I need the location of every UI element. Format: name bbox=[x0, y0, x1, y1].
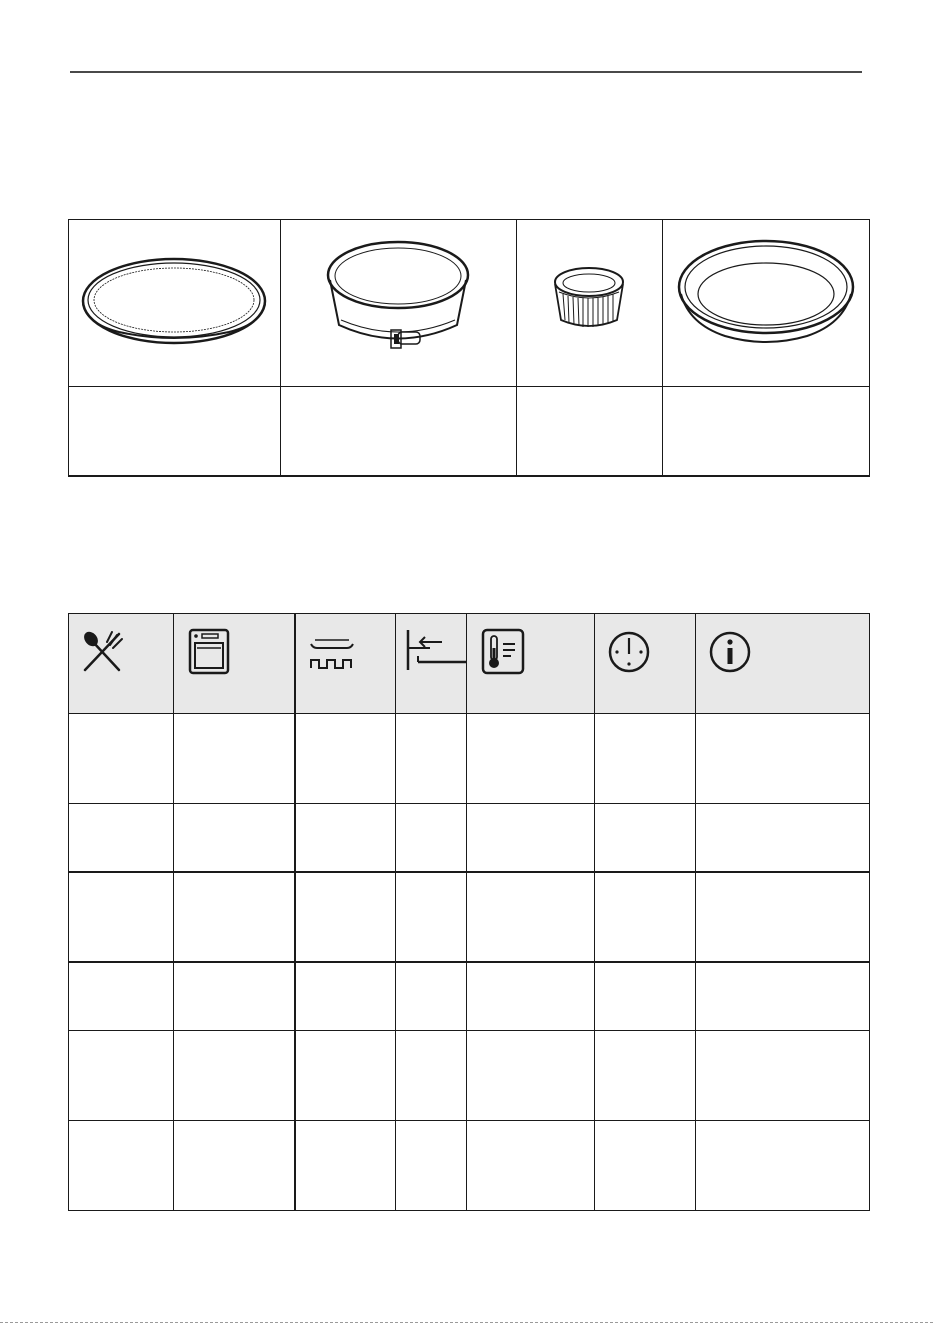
bakeware-column-3 bbox=[517, 220, 663, 475]
bakeware-caption bbox=[69, 387, 280, 476]
header-cell-level bbox=[396, 614, 467, 714]
bakeware-image-cell bbox=[517, 220, 662, 387]
table-cell bbox=[396, 804, 466, 871]
table-cell bbox=[69, 873, 173, 961]
table-cell bbox=[174, 1031, 294, 1120]
table-cell bbox=[296, 963, 395, 1030]
shelf-position-icon bbox=[310, 639, 354, 669]
table-cell bbox=[296, 873, 395, 961]
table-cell bbox=[396, 873, 466, 961]
table-cell bbox=[174, 963, 294, 1030]
table-cell bbox=[696, 873, 869, 961]
table-cell bbox=[69, 963, 173, 1030]
time-icon bbox=[608, 631, 650, 673]
info-icon bbox=[709, 631, 751, 673]
pie-dish-icon bbox=[677, 239, 855, 343]
bakeware-caption bbox=[517, 387, 662, 476]
table-cell bbox=[467, 963, 594, 1030]
table-cell bbox=[467, 1121, 594, 1210]
table-row bbox=[69, 963, 869, 1030]
header-cell-info bbox=[696, 614, 869, 714]
table-row bbox=[69, 714, 869, 803]
table-cell bbox=[595, 873, 695, 961]
header-cell-temperature bbox=[467, 614, 595, 714]
table-cell bbox=[696, 1031, 869, 1120]
table-row bbox=[69, 804, 869, 871]
bakeware-caption bbox=[663, 387, 869, 476]
table-cell bbox=[296, 1121, 395, 1210]
table-cell bbox=[174, 873, 294, 961]
table-cell bbox=[595, 1031, 695, 1120]
table-cell bbox=[296, 1031, 395, 1120]
table-cell bbox=[467, 1031, 594, 1120]
page-top-rule bbox=[70, 71, 862, 73]
bakeware-column-2 bbox=[281, 220, 517, 475]
bakeware-image-cell bbox=[69, 220, 280, 387]
bakeware-caption bbox=[281, 387, 516, 476]
table-cell bbox=[296, 804, 395, 871]
bakeware-table bbox=[68, 219, 870, 477]
table-row bbox=[69, 1031, 869, 1120]
bakeware-image-cell bbox=[281, 220, 516, 387]
header-cell-oven-function bbox=[174, 614, 295, 714]
level-icon bbox=[406, 630, 466, 670]
table-cell bbox=[69, 1121, 173, 1210]
table-cell bbox=[69, 714, 173, 803]
oven-function-icon bbox=[188, 628, 230, 675]
bakeware-column-1 bbox=[69, 220, 281, 475]
table-row bbox=[69, 873, 869, 961]
table-cell bbox=[396, 963, 466, 1030]
table-cell bbox=[696, 963, 869, 1030]
baking-table-header bbox=[69, 614, 869, 714]
table-cell bbox=[69, 804, 173, 871]
food-cutlery-icon bbox=[83, 631, 123, 672]
table-cell bbox=[396, 1121, 466, 1210]
header-cell-shelf bbox=[295, 614, 396, 714]
table-cell bbox=[396, 1031, 466, 1120]
header-cell-food bbox=[69, 614, 174, 714]
bakeware-column-4 bbox=[663, 220, 869, 475]
table-cell bbox=[696, 1121, 869, 1210]
springform-pan-icon bbox=[326, 240, 470, 349]
bakeware-image-cell bbox=[663, 220, 869, 387]
table-cell bbox=[595, 714, 695, 803]
flan-base-pan-icon bbox=[81, 257, 267, 345]
table-row bbox=[69, 1121, 869, 1210]
table-cell bbox=[69, 1031, 173, 1120]
table-cell bbox=[696, 804, 869, 871]
table-cell bbox=[595, 1121, 695, 1210]
header-cell-time bbox=[595, 614, 696, 714]
table-cell bbox=[174, 714, 294, 803]
temperature-icon bbox=[481, 628, 525, 675]
table-cell bbox=[174, 804, 294, 871]
table-cell bbox=[396, 714, 466, 803]
table-cell bbox=[467, 804, 594, 871]
table-cell bbox=[296, 714, 395, 803]
table-cell bbox=[467, 873, 594, 961]
table-cell bbox=[696, 714, 869, 803]
table-cell bbox=[595, 804, 695, 871]
table-cell bbox=[467, 714, 594, 803]
table-cell bbox=[174, 1121, 294, 1210]
page-bottom-dashed-rule bbox=[0, 1322, 933, 1323]
ramekin-icon bbox=[554, 267, 624, 327]
baking-table bbox=[68, 613, 870, 1211]
table-cell bbox=[595, 963, 695, 1030]
